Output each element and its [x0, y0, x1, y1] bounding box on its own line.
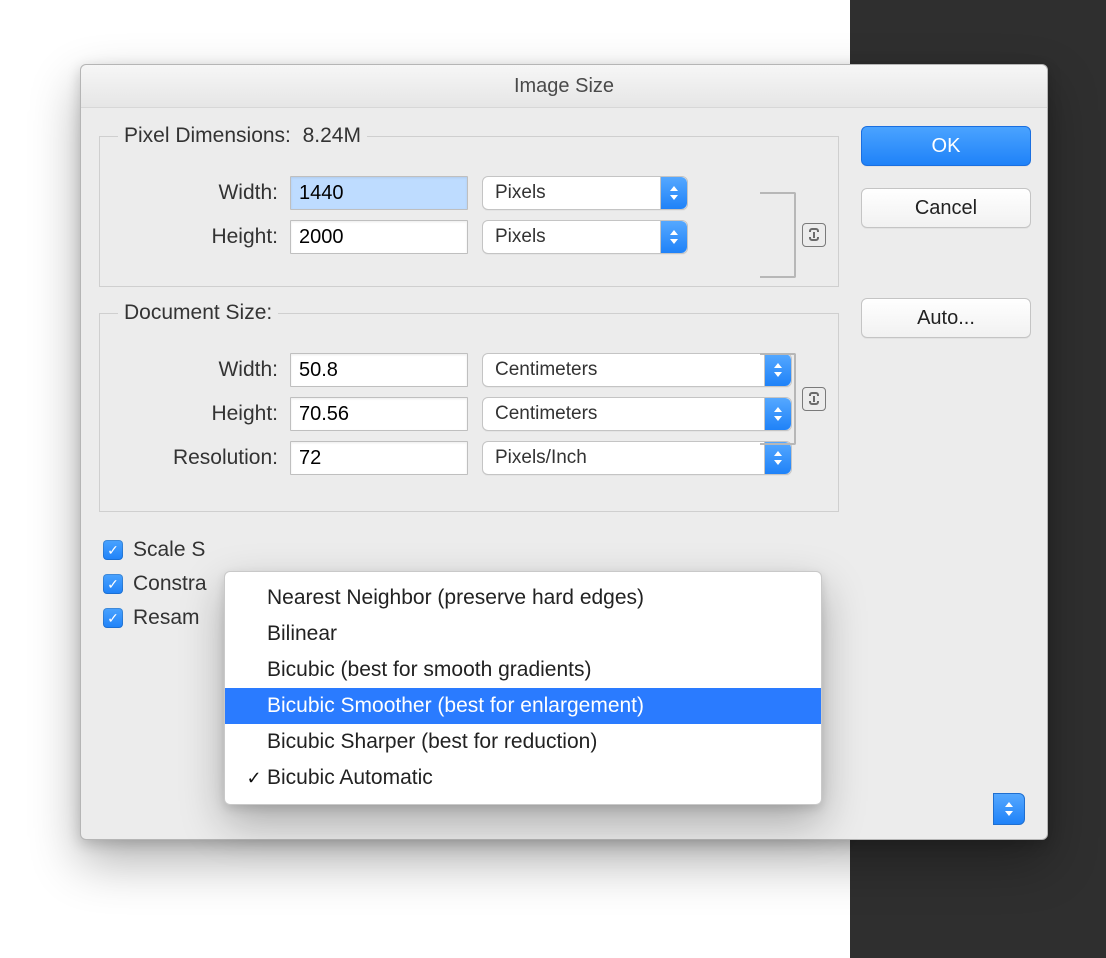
doc-width-label: Width: [118, 358, 290, 382]
resolution-input[interactable] [290, 441, 468, 475]
constrain-proportions-label: Constra [133, 572, 207, 596]
menu-item-bilinear[interactable]: Bilinear [225, 616, 821, 652]
pixel-height-input[interactable] [290, 220, 468, 254]
auto-button[interactable]: Auto... [861, 298, 1031, 338]
pixel-dimensions-legend-text: Pixel Dimensions: [124, 124, 291, 147]
dialog-title-text: Image Size [514, 75, 614, 98]
resolution-label: Resolution: [118, 446, 290, 470]
pixel-dimensions-size: 8.24M [303, 124, 361, 147]
doc-height-label: Height: [118, 402, 290, 426]
resample-image-label: Resam [133, 606, 200, 630]
resolution-unit-select[interactable]: Pixels/Inch [482, 441, 792, 475]
menu-item-label: Bicubic Automatic [267, 766, 433, 790]
doc-height-unit-select[interactable]: Centimeters [482, 397, 792, 431]
ok-button-label: OK [932, 135, 961, 158]
resample-image-checkbox[interactable]: ✓ [103, 608, 123, 628]
resolution-unit-value: Pixels/Inch [495, 447, 587, 469]
pixel-height-unit-select[interactable]: Pixels [482, 220, 688, 254]
chevron-updown-icon [764, 354, 791, 386]
chevron-updown-icon [764, 442, 791, 474]
checkmark-icon: ✓ [241, 768, 267, 789]
ok-button[interactable]: OK [861, 126, 1031, 166]
document-size-legend: Document Size: [118, 301, 278, 325]
resample-method-select[interactable] [993, 793, 1025, 825]
menu-item-bicubic-automatic[interactable]: ✓Bicubic Automatic [225, 760, 821, 796]
menu-item-label: Nearest Neighbor (preserve hard edges) [267, 586, 644, 610]
constrain-proportions-checkbox[interactable]: ✓ [103, 574, 123, 594]
document-size-group: Document Size: Width: Centimeters [99, 301, 839, 512]
doc-width-unit-select[interactable]: Centimeters [482, 353, 792, 387]
chevron-updown-icon [1004, 802, 1014, 816]
pixel-width-input[interactable] [290, 176, 468, 210]
menu-item-bicubic[interactable]: Bicubic (best for smooth gradients) [225, 652, 821, 688]
cancel-button-label: Cancel [915, 197, 977, 220]
dialog-title: Image Size [81, 65, 1047, 108]
menu-item-label: Bicubic Sharper (best for reduction) [267, 730, 597, 754]
pixel-width-unit-select[interactable]: Pixels [482, 176, 688, 210]
pixel-height-unit-value: Pixels [495, 226, 546, 248]
pixel-height-label: Height: [118, 225, 290, 249]
menu-item-bicubic-sharper[interactable]: Bicubic Sharper (best for reduction) [225, 724, 821, 760]
pixel-dimensions-legend: Pixel Dimensions: 8.24M [118, 124, 367, 148]
doc-width-input[interactable] [290, 353, 468, 387]
scale-styles-checkbox[interactable]: ✓ [103, 540, 123, 560]
pixel-width-unit-value: Pixels [495, 182, 546, 204]
doc-height-input[interactable] [290, 397, 468, 431]
menu-item-label: Bicubic (best for smooth gradients) [267, 658, 591, 682]
menu-item-bicubic-smoother[interactable]: Bicubic Smoother (best for enlargement) [225, 688, 821, 724]
pixel-width-label: Width: [118, 181, 290, 205]
cancel-button[interactable]: Cancel [861, 188, 1031, 228]
chevron-updown-icon [764, 398, 791, 430]
doc-width-unit-value: Centimeters [495, 359, 597, 381]
pixel-dimensions-group: Pixel Dimensions: 8.24M Width: Pixels [99, 124, 839, 287]
menu-item-label: Bicubic Smoother (best for enlargement) [267, 694, 644, 718]
chevron-updown-icon [660, 221, 687, 253]
auto-button-label: Auto... [917, 307, 975, 330]
scale-styles-label: Scale S [133, 538, 205, 562]
menu-item-nearest-neighbor[interactable]: Nearest Neighbor (preserve hard edges) [225, 580, 821, 616]
doc-height-unit-value: Centimeters [495, 403, 597, 425]
menu-item-label: Bilinear [267, 622, 337, 646]
chevron-updown-icon [660, 177, 687, 209]
resample-method-popup[interactable]: Nearest Neighbor (preserve hard edges) B… [224, 571, 822, 805]
